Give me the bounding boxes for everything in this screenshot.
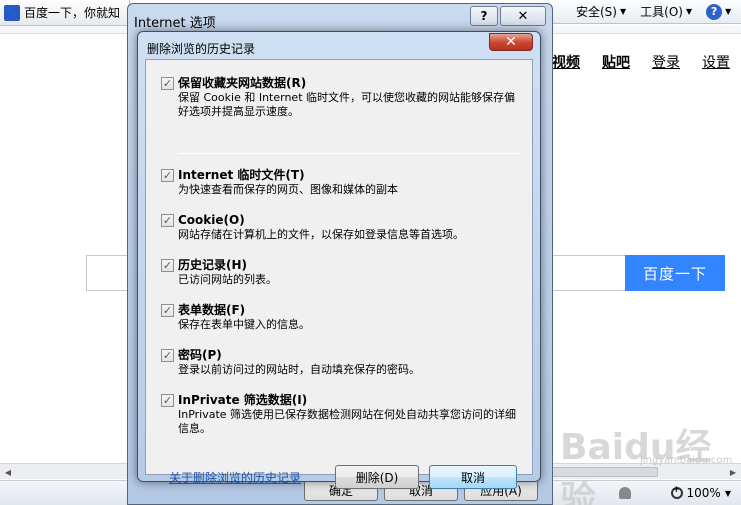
cancel-button[interactable]: 取消 [429,465,517,489]
safety-menu-label: 安全(S) [576,5,617,19]
form-data-desc: 保存在表单中键入的信息。 [178,318,310,331]
history-label[interactable]: 历史记录(H) [178,258,247,273]
baidu-top-nav: 视频 贴吧 登录 设置 [552,52,730,72]
tools-menu[interactable]: 工具(O) ▼ [640,3,692,20]
nav-link-tieba[interactable]: 贴吧 [602,52,630,72]
nav-link-login[interactable]: 登录 [652,52,680,72]
passwords-desc: 登录以前访问过的网站时，自动填充保存的密码。 [178,363,420,376]
temp-files-label[interactable]: Internet 临时文件(T) [178,168,305,183]
help-icon: ? [706,3,723,20]
close-button[interactable]: ✕ [500,6,546,26]
internet-options-title: Internet 选项 [134,16,216,31]
baidu-favicon-icon: 🐾 [4,4,20,21]
help-menu[interactable]: ? ▼ [706,3,732,20]
command-bar: 安全(S) ▼ 工具(O) ▼ ? ▼ [540,0,741,24]
about-delete-history-link[interactable]: 关于删除浏览的历史记录 [169,469,301,486]
watermark-url: jingyan.baidu.com [640,455,733,466]
cookies-checkbox[interactable]: ✓ [161,214,174,227]
option-cookies: ✓ Cookie(O) 网站存储在计算机上的文件，以保存如登录信息等首选项。 [161,213,521,242]
nav-link-video[interactable]: 视频 [552,52,580,72]
option-passwords: ✓ 密码(P) 登录以前访问过的网站时，自动填充保存的密码。 [161,348,521,377]
delete-history-dialog: 删除浏览的历史记录 ✕ ✓ 保留收藏夹网站数据(R) 保留 Cookie 和 I… [137,31,541,489]
chevron-down-icon: ▼ [685,7,693,16]
inprivate-label[interactable]: InPrivate 筛选数据(I) [178,393,307,408]
option-inprivate: ✓ InPrivate 筛选数据(I) InPrivate 筛选使用已保存数据检… [161,393,521,436]
option-temp-files: ✓ Internet 临时文件(T) 为快速查看而保存的网页、图像和媒体的副本 [161,168,521,197]
inprivate-desc: InPrivate 筛选使用已保存数据检测网站在何处自动共享您访问的详细信息。 [178,408,517,435]
temp-files-desc: 为快速查看而保存的网页、图像和媒体的副本 [178,183,398,196]
tools-menu-label: 工具(O) [640,5,683,19]
delete-button[interactable]: 删除(D) [335,465,419,489]
cookies-desc: 网站存储在计算机上的文件，以保存如登录信息等首选项。 [178,228,464,241]
form-data-label[interactable]: 表单数据(F) [178,303,245,318]
safety-menu[interactable]: 安全(S) ▼ [576,3,626,20]
form-data-checkbox[interactable]: ✓ [161,304,174,317]
separator [178,153,520,154]
option-history: ✓ 历史记录(H) 已访问网站的列表。 [161,258,521,287]
preserve-favorites-label[interactable]: 保留收藏夹网站数据(R) [178,76,306,91]
cookies-label[interactable]: Cookie(O) [178,213,245,228]
option-preserve-favorites: ✓ 保留收藏夹网站数据(R) 保留 Cookie 和 Internet 临时文件… [161,76,521,119]
preserve-favorites-checkbox[interactable]: ✓ [161,77,174,90]
tab-title: 百度一下，你就知 [24,6,121,20]
history-checkbox[interactable]: ✓ [161,259,174,272]
help-button[interactable]: ? [470,6,498,26]
chevron-down-icon: ▼ [725,7,732,16]
passwords-checkbox[interactable]: ✓ [161,349,174,362]
scroll-left-icon[interactable]: ◀ [2,466,14,478]
temp-files-checkbox[interactable]: ✓ [161,169,174,182]
option-form-data: ✓ 表单数据(F) 保存在表单中键入的信息。 [161,303,521,332]
browser-tab[interactable]: 🐾 百度一下，你就知 [0,0,130,26]
nav-link-settings[interactable]: 设置 [702,52,730,72]
dialog-body: ✓ 保留收藏夹网站数据(R) 保留 Cookie 和 Internet 临时文件… [145,59,533,489]
history-desc: 已访问网站的列表。 [178,273,277,286]
preserve-favorites-desc: 保留 Cookie 和 Internet 临时文件，可以使您收藏的网站能够保存偏… [178,91,515,118]
baidu-search-button[interactable]: 百度一下 [625,255,725,291]
dialog-title: 删除浏览的历史记录 [147,42,256,56]
chevron-down-icon: ▼ [619,7,627,16]
inprivate-checkbox[interactable]: ✓ [161,394,174,407]
dialog-close-button[interactable]: ✕ [489,33,533,51]
passwords-label[interactable]: 密码(P) [178,348,222,363]
